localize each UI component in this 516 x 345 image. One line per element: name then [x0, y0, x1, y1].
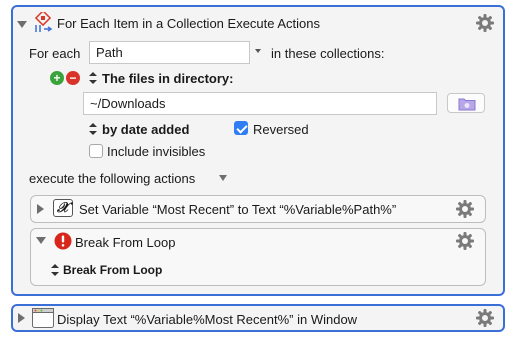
display-text-action-title: Display Text “%Variable%Most Recent%” in… — [57, 312, 358, 327]
execute-actions-label: execute the following actions — [29, 171, 196, 186]
folder-icon — [458, 98, 476, 111]
for-each-action-icon — [34, 12, 53, 32]
disclosure-triangle-expanded[interactable] — [17, 21, 27, 28]
break-from-loop-title: Break From Loop — [75, 235, 176, 250]
reversed-checkbox[interactable] — [234, 121, 248, 135]
collection-type-popup-arrows[interactable] — [89, 72, 97, 84]
directory-path-value: ~/Downloads — [90, 96, 166, 111]
break-option-label[interactable]: Break From Loop — [63, 263, 162, 277]
disclosure-triangle-collapsed[interactable] — [37, 204, 44, 214]
variable-name-field[interactable]: Path — [89, 41, 250, 64]
sort-order-label[interactable]: by date added — [102, 122, 189, 137]
break-option-popup-arrows[interactable] — [51, 264, 59, 276]
stop-icon — [54, 232, 72, 250]
action-title: For Each Item in a Collection Execute Ac… — [57, 16, 321, 31]
add-collection-button[interactable]: + — [50, 71, 64, 85]
set-variable-action-title: Set Variable “Most Recent” to Text “%Var… — [79, 202, 397, 217]
reversed-label: Reversed — [253, 122, 309, 137]
gear-icon[interactable] — [475, 308, 495, 328]
disclosure-triangle-collapsed[interactable] — [18, 313, 25, 323]
include-invisibles-checkbox[interactable] — [89, 144, 103, 158]
sort-popup-arrows[interactable] — [89, 123, 97, 135]
collection-type-label[interactable]: The files in directory: — [102, 71, 233, 86]
for-each-label: For each — [29, 46, 81, 61]
x-variable-icon: 𝒳 — [53, 199, 73, 217]
collections-label: in these collections: — [271, 46, 385, 61]
gear-icon[interactable] — [475, 13, 495, 33]
gear-icon[interactable] — [455, 231, 475, 251]
gear-icon[interactable] — [455, 199, 475, 219]
choose-folder-button[interactable] — [447, 93, 485, 113]
window-icon — [32, 308, 54, 328]
include-invisibles-label: Include invisibles — [107, 144, 206, 159]
remove-collection-button[interactable]: − — [66, 71, 80, 85]
disclosure-triangle-expanded[interactable] — [36, 237, 46, 244]
directory-path-field[interactable]: ~/Downloads — [83, 92, 437, 115]
execute-actions-menu-triangle[interactable] — [219, 175, 227, 181]
variable-name-value: Path — [96, 45, 123, 60]
variable-menu-chevron[interactable] — [255, 49, 261, 53]
